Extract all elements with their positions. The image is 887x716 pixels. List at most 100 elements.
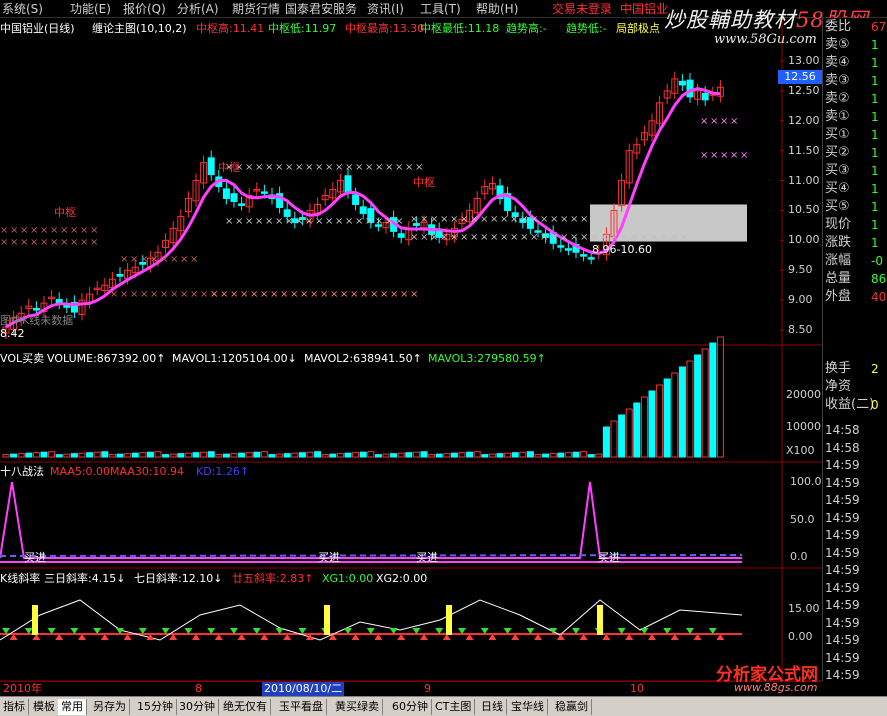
pivot-marker: × bbox=[250, 289, 258, 300]
indicator-tab[interactable]: 绝无仅有 bbox=[220, 699, 271, 715]
menu-system[interactable]: 系统(S) bbox=[2, 1, 43, 17]
pivot-marker: × bbox=[520, 232, 528, 243]
indicator-tab[interactable]: 宝华线 bbox=[508, 699, 548, 715]
volume-bar bbox=[443, 453, 451, 458]
pivot-marker: × bbox=[180, 289, 188, 300]
pivot-marker: × bbox=[410, 289, 418, 300]
main-indicator-name[interactable]: 缠论主图(10,10,2) bbox=[92, 22, 187, 36]
volume-bar bbox=[344, 452, 352, 458]
pivot-marker: × bbox=[375, 162, 383, 173]
pivot-marker: × bbox=[50, 237, 58, 248]
menu-tools[interactable]: 工具(T) bbox=[420, 1, 461, 17]
pivot-marker: × bbox=[600, 232, 608, 243]
volume-bar bbox=[177, 453, 185, 458]
pivot-marker: × bbox=[395, 162, 403, 173]
quote-panel: 委比 67 卖⑤ 1 卖④ 1 卖③ 1 卖② 1 卖① 1 买① 1 买② 1 买③ 1 买④ 1 买⑤ 1 现价 1 涨跌 1… bbox=[822, 18, 887, 682]
volume-indicator-value: VOLUME:867392.00↑ bbox=[47, 352, 166, 365]
indicator-tab[interactable]: 玉平看盘 bbox=[276, 699, 327, 715]
trade-tick-time: 14:59 bbox=[825, 510, 860, 525]
pivot-marker: × bbox=[60, 237, 68, 248]
quote-row-label: 现价 bbox=[825, 217, 852, 232]
indicator-tab[interactable]: 常用 bbox=[58, 699, 87, 715]
trade-tick-time: 14:59 bbox=[825, 598, 860, 612]
pivot-marker: × bbox=[385, 216, 393, 227]
volume-bar bbox=[466, 451, 474, 458]
indicator-tab[interactable]: 黄买绿卖 bbox=[332, 699, 383, 715]
indicator-tab[interactable]: 指标 bbox=[0, 699, 29, 715]
indicator-tab[interactable]: 模板 bbox=[30, 699, 59, 715]
volume-bar bbox=[268, 454, 276, 458]
pivot-marker: × bbox=[245, 216, 253, 227]
volume-bar bbox=[352, 452, 360, 458]
pivot-marker: × bbox=[320, 289, 328, 300]
menu-help[interactable]: 帮助(H) bbox=[476, 1, 518, 17]
trade-tick-time: 14:59 bbox=[825, 475, 860, 490]
pivot-marker: × bbox=[540, 214, 548, 225]
date-axis: 2010年 8 2010/08/10/二 9 10 bbox=[0, 681, 822, 696]
indicator-tab[interactable]: 15分钟 bbox=[134, 699, 177, 715]
quote-extra-value: 2 bbox=[871, 362, 879, 376]
menu-futures[interactable]: 期货行情 bbox=[232, 1, 280, 17]
volume-bar bbox=[716, 336, 724, 458]
volume-bar bbox=[519, 451, 527, 458]
indicator-tab[interactable]: 稳赢剑 bbox=[552, 699, 592, 715]
indicator-tab[interactable]: CT主图 bbox=[432, 699, 476, 715]
pivot-marker: × bbox=[355, 162, 363, 173]
pivot-marker: × bbox=[420, 214, 428, 225]
pivot-marker: × bbox=[355, 216, 363, 227]
volume-bar bbox=[435, 453, 443, 458]
quote-extra-label: 换手 bbox=[825, 361, 852, 376]
volume-bar bbox=[481, 454, 489, 458]
quote-row-value: 1 bbox=[871, 38, 879, 52]
quote-row-label: 卖② bbox=[825, 91, 850, 106]
indicator-tab[interactable]: 60分钟 bbox=[389, 699, 432, 715]
trade-tick-time: 14:59 bbox=[825, 615, 860, 630]
indicator-tab[interactable]: 日线 bbox=[478, 699, 507, 715]
main-indicator-value: 中枢高:11.41 bbox=[196, 22, 265, 35]
indicator-tab[interactable]: 另存为 bbox=[90, 699, 130, 715]
quote-row-value: 1 bbox=[871, 92, 879, 106]
volume-bar bbox=[162, 454, 170, 458]
quote-row-label: 买① bbox=[825, 127, 850, 142]
pivot-marker: × bbox=[490, 232, 498, 243]
pivot-marker: × bbox=[365, 162, 373, 173]
pivot-marker: × bbox=[500, 232, 508, 243]
pivot-marker: × bbox=[160, 254, 168, 265]
strategy-axis-tick: 100.0 bbox=[790, 475, 822, 488]
menu-info[interactable]: 资讯(I) bbox=[367, 1, 404, 17]
volume-bar bbox=[2, 454, 10, 458]
menu-analysis[interactable]: 分析(A) bbox=[177, 1, 219, 17]
pivot-marker: × bbox=[480, 214, 488, 225]
menu-quote[interactable]: 报价(Q) bbox=[123, 1, 166, 17]
strategy-signal-line bbox=[0, 481, 742, 559]
pivot-marker: × bbox=[275, 216, 283, 227]
volume-bar bbox=[321, 454, 329, 458]
pivot-marker: × bbox=[730, 116, 738, 127]
volume-bar bbox=[48, 451, 56, 458]
pivot-marker: × bbox=[380, 289, 388, 300]
pivot-marker: × bbox=[415, 162, 423, 173]
main-chart-title: 中国铝业(日线) bbox=[0, 22, 75, 35]
pivot-marker: × bbox=[345, 216, 353, 227]
menu-gtja[interactable]: 国泰君安服务 bbox=[285, 1, 357, 17]
volume-bar bbox=[101, 451, 109, 458]
volume-bar bbox=[314, 451, 322, 458]
main-indicator-value: 中枢最低:11.18 bbox=[420, 22, 500, 35]
pivot-marker: × bbox=[180, 254, 188, 265]
pivot-marker: × bbox=[640, 232, 648, 243]
trade-tick-time: 14:58 bbox=[825, 423, 860, 437]
indicator-tab[interactable]: 30分钟 bbox=[176, 699, 219, 715]
pivot-marker: × bbox=[470, 214, 478, 225]
price-axis-tick: 10.00 bbox=[788, 233, 820, 247]
volume-bar bbox=[572, 451, 580, 458]
slope-axis-tick: 0.00 bbox=[788, 630, 813, 643]
volume-bar bbox=[215, 454, 223, 458]
volume-bar bbox=[63, 453, 71, 458]
menu-function[interactable]: 功能(E) bbox=[70, 1, 111, 17]
pivot-marker: × bbox=[30, 225, 38, 236]
pivot-marker: × bbox=[405, 162, 413, 173]
pivot-marker: × bbox=[40, 225, 48, 236]
volume-bar bbox=[17, 453, 25, 458]
pivot-marker: × bbox=[680, 232, 688, 243]
volume-axis-tick: 10000 bbox=[786, 420, 821, 433]
